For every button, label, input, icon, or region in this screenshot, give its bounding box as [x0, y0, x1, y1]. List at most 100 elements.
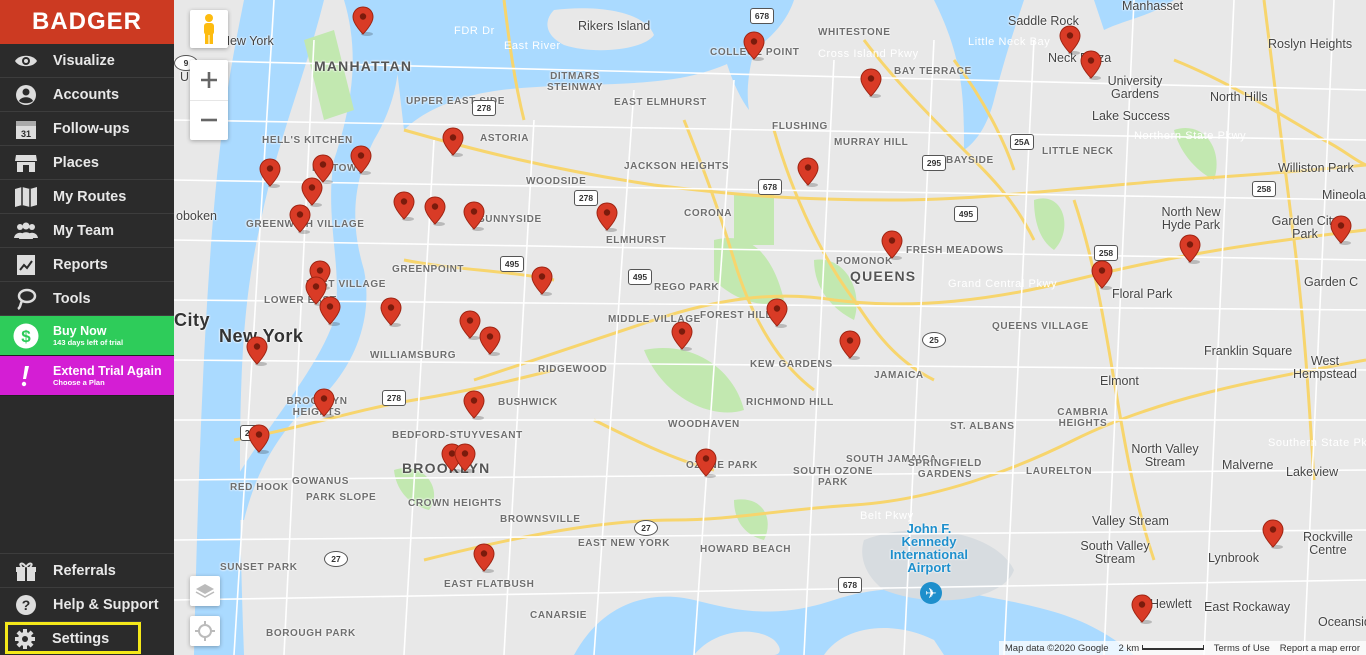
route-shield: 278 [574, 190, 598, 206]
crosshair-icon [195, 621, 215, 641]
nav-reports[interactable]: Reports [0, 248, 174, 282]
account-pin[interactable] [424, 196, 446, 226]
badger-logo[interactable]: BADGER [0, 0, 174, 44]
extend-trial-button[interactable]: Extend Trial Again Choose a Plan [0, 356, 174, 396]
street-view-pegman[interactable] [190, 10, 228, 48]
nav-referrals[interactable]: Referrals [0, 553, 174, 587]
map-marker-icon [743, 31, 765, 61]
account-pin[interactable] [1059, 25, 1081, 55]
nav-settings[interactable]: Settings [4, 621, 142, 655]
route-shield: 495 [500, 256, 524, 272]
account-pin[interactable] [479, 326, 501, 356]
account-pin[interactable] [797, 157, 819, 187]
account-pin[interactable] [289, 204, 311, 234]
map-label-fresh-meadows: FRESH MEADOWS [906, 245, 1004, 256]
map-label-city: City [174, 310, 211, 330]
map-label-franklin-square: Franklin Square [1204, 344, 1293, 358]
map-marker-icon [671, 321, 693, 351]
account-pin[interactable] [350, 145, 372, 175]
account-pin[interactable] [1131, 594, 1153, 624]
buy-now-button[interactable]: $ Buy Now 143 days left of trial [0, 316, 174, 356]
account-pin[interactable] [380, 297, 402, 327]
map-label-rockville-centre: Rockville Centre [1302, 530, 1353, 557]
map-label-grand-central: Grand Central Pkwy [948, 278, 1058, 290]
account-pin[interactable] [596, 202, 618, 232]
eye-icon [13, 50, 39, 72]
nav-tools[interactable]: Tools [0, 282, 174, 316]
nav-followups[interactable]: 31 Follow-ups [0, 112, 174, 146]
map-label-jfk-airport: John F. Kennedy International Airport [889, 521, 968, 575]
account-pin[interactable] [246, 336, 268, 366]
map-marker-icon [424, 196, 446, 226]
map-marker-icon [881, 230, 903, 260]
account-pin[interactable] [839, 330, 861, 360]
account-pin[interactable] [1330, 215, 1352, 245]
account-pin[interactable] [671, 321, 693, 351]
account-pin[interactable] [313, 388, 335, 418]
nav-visualize[interactable]: Visualize [0, 44, 174, 78]
map-marker-icon [393, 191, 415, 221]
zoom-in-button[interactable] [190, 60, 228, 101]
account-pin[interactable] [352, 6, 374, 36]
map-label-whitestone: WHITESTONE [818, 27, 891, 38]
map-marker-icon [1091, 260, 1113, 290]
map-canvas[interactable]: MANHATTAN QUEENS BROOKLYN New York Rikers Is… [174, 0, 1366, 655]
route-shield: 258 [1252, 181, 1276, 197]
map-label-brownsville: BROWNSVILLE [500, 514, 581, 525]
map-label-cross-island: Cross Island Pkwy [818, 48, 919, 60]
map-label-sunset-park: SUNSET PARK [220, 562, 298, 573]
map-marker-icon [766, 298, 788, 328]
nav-my-team[interactable]: My Team [0, 214, 174, 248]
map-label-valley-stream: Valley Stream [1092, 514, 1169, 528]
nav-help-support[interactable]: ? Help & Support [0, 587, 174, 621]
account-pin[interactable] [1179, 234, 1201, 264]
account-pin[interactable] [463, 201, 485, 231]
account-pin[interactable] [259, 158, 281, 188]
account-pin[interactable] [1262, 519, 1284, 549]
account-pin[interactable] [1091, 260, 1113, 290]
map-label-laurelton: LAURELTON [1026, 466, 1093, 477]
map-label-oceanside: Oceanside [1318, 615, 1366, 629]
account-pin[interactable] [301, 177, 323, 207]
nav-places[interactable]: Places [0, 146, 174, 180]
account-pin[interactable] [860, 68, 882, 98]
my-location-button[interactable] [190, 616, 220, 646]
map-marker-icon [246, 336, 268, 366]
account-pin[interactable] [766, 298, 788, 328]
map-label-st-albans: ST. ALBANS [950, 421, 1015, 432]
account-pin[interactable] [743, 31, 765, 61]
map-label-east-river: East River [504, 40, 561, 52]
svg-text:?: ? [22, 597, 31, 613]
map-layers-button[interactable] [190, 576, 220, 606]
zoom-out-button[interactable] [190, 101, 228, 141]
terms-of-use-link[interactable]: Terms of Use [1214, 643, 1270, 654]
map-label-bushwick: BUSHWICK [498, 397, 558, 408]
account-pin[interactable] [531, 266, 553, 296]
nav-accounts[interactable]: Accounts [0, 78, 174, 112]
account-pin[interactable] [248, 424, 270, 454]
map-label-borough-park: BOROUGH PARK [266, 628, 356, 639]
map-label-manhasset: Manhasset [1122, 0, 1184, 13]
account-pin[interactable] [319, 296, 341, 326]
account-pin[interactable] [1080, 50, 1102, 80]
svg-text:31: 31 [21, 129, 31, 139]
map-marker-icon [459, 310, 481, 340]
report-map-error-link[interactable]: Report a map error [1280, 643, 1360, 654]
map-marker-icon [463, 201, 485, 231]
map-marker-icon [350, 145, 372, 175]
account-pin[interactable] [459, 310, 481, 340]
account-pin[interactable] [442, 127, 464, 157]
zoom-control [190, 60, 228, 140]
map-label-hells-kitchen: HELL'S KITCHEN [262, 135, 353, 146]
map-label-roslyn-heights: Roslyn Heights [1268, 37, 1353, 51]
airport-icon: ✈ [920, 582, 942, 604]
account-pin[interactable] [473, 543, 495, 573]
account-pin[interactable] [463, 390, 485, 420]
map-label-north-valley-stream: North Valley Stream [1131, 442, 1199, 469]
account-pin[interactable] [881, 230, 903, 260]
account-pin[interactable] [695, 448, 717, 478]
account-pin[interactable] [454, 443, 476, 473]
nav-my-routes[interactable]: My Routes [0, 180, 174, 214]
map-label-north-hills: North Hills [1210, 90, 1268, 104]
account-pin[interactable] [393, 191, 415, 221]
